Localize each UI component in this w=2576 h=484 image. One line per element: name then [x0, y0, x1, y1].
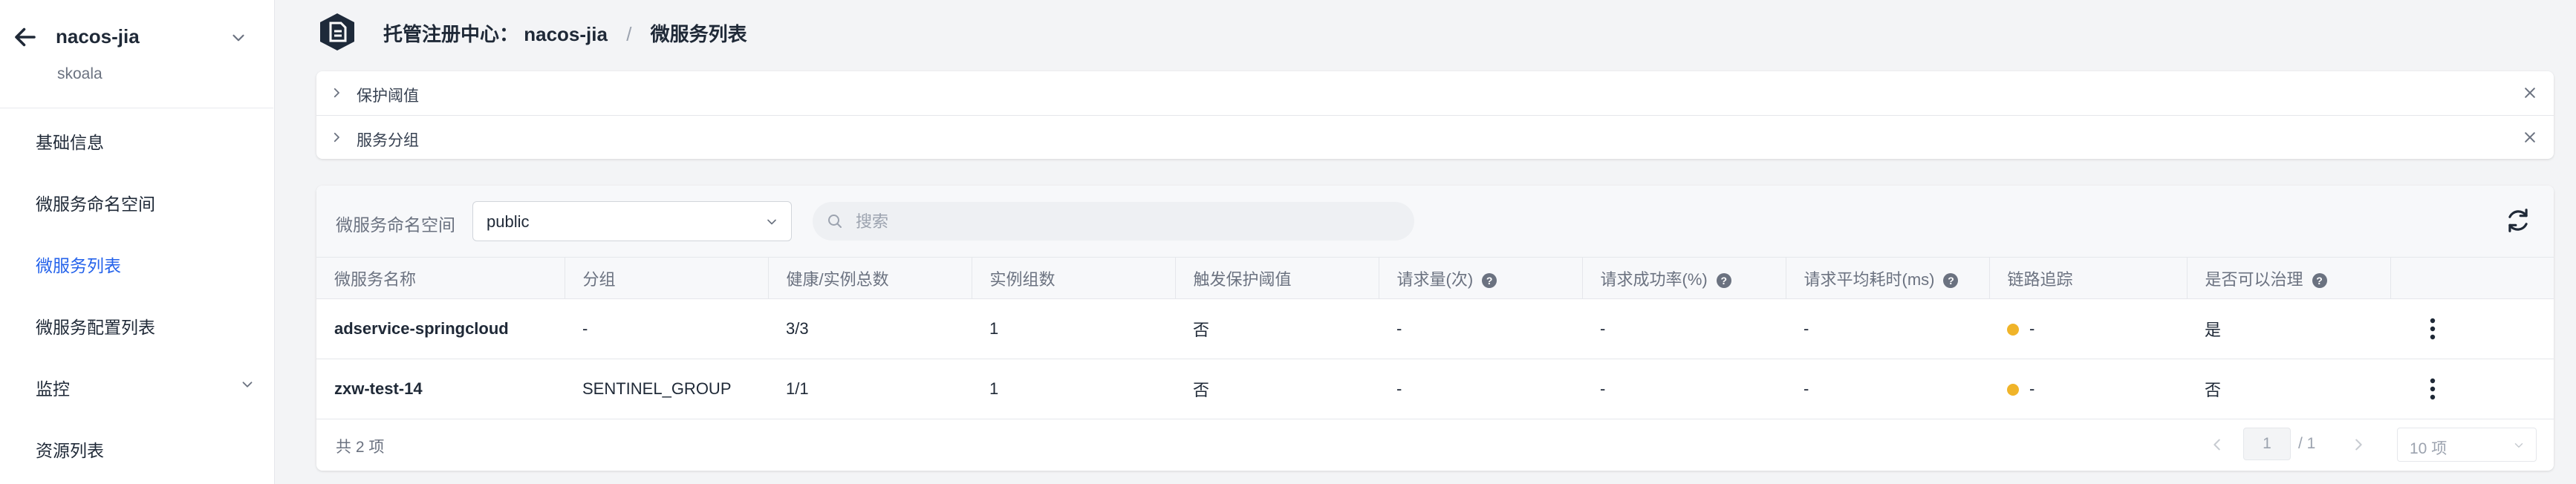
namespace-label: 微服务命名空间 [336, 215, 455, 235]
actions-cell [2390, 298, 2554, 359]
health-cell: 3/3 [768, 298, 972, 359]
top-bar: 托管注册中心： nacos-jia / 微服务列表 [275, 0, 2576, 63]
breadcrumb-current: 微服务列表 [650, 23, 747, 45]
collapse-panels: 保护阈值 服务分组 [316, 71, 2554, 159]
app-logo-icon [320, 13, 354, 50]
sidebar-item-label: 微服务配置列表 [36, 318, 155, 337]
sidebar-item-label: 资源列表 [36, 441, 104, 460]
tracing-cell: - [1989, 298, 2187, 359]
chevron-left-icon[interactable] [2209, 436, 2225, 453]
avg-time-cell: - [1786, 298, 1989, 359]
service-name[interactable]: zxw-test-14 [316, 359, 565, 419]
chevron-right-icon[interactable] [330, 86, 343, 99]
protect-cell: 否 [1175, 359, 1379, 419]
sidebar-item-monitoring[interactable]: 监控 [0, 362, 273, 406]
close-icon[interactable] [2523, 130, 2537, 145]
governable-cell: 是 [2187, 298, 2390, 359]
chevron-down-icon [242, 382, 253, 387]
chevron-down-icon [767, 219, 776, 225]
governable-cell: 否 [2187, 359, 2390, 419]
help-icon[interactable]: ? [1716, 272, 1731, 288]
column-header: 实例组数 [972, 257, 1176, 299]
sidebar: nacos-jia skoala 基础信息 微服务命名空间 微服务列表 微服务配… [0, 0, 275, 484]
total-pages: / 1 [2298, 435, 2316, 452]
search-icon [828, 215, 842, 228]
page-input[interactable]: 1 [2243, 428, 2291, 460]
sidebar-item-service-list[interactable]: 微服务列表 [0, 238, 273, 283]
table-header-row: 微服务名称 分组 健康/实例总数 实例组数 触发保护阈值 请求量(次)? 请求成… [316, 257, 2554, 299]
protect-threshold-panel[interactable]: 保护阈值 [316, 71, 2554, 114]
column-header: 请求成功率(%)? [1582, 257, 1786, 299]
status-dot [2007, 384, 2019, 396]
group-cell: - [565, 298, 768, 359]
breadcrumb-separator: / [626, 23, 632, 45]
sidebar-header: nacos-jia skoala [0, 0, 273, 108]
search-box[interactable] [813, 202, 1414, 241]
breadcrumb: 托管注册中心： nacos-jia / 微服务列表 [383, 19, 747, 47]
table-row[interactable]: adservice-springcloud - 3/3 1 否 - - - - … [316, 298, 2554, 359]
help-icon[interactable]: ? [1943, 272, 1959, 288]
breadcrumb-registry[interactable]: nacos-jia [524, 23, 608, 45]
help-icon[interactable]: ? [2312, 272, 2327, 288]
panel-title: 保护阈值 [357, 88, 419, 105]
back-arrow-icon[interactable] [12, 24, 39, 50]
protect-cell: 否 [1175, 298, 1379, 359]
total-count: 共 2 项 [336, 439, 385, 456]
page-size-value: 10 项 [2410, 440, 2447, 457]
column-header: 分组 [565, 257, 769, 299]
namespace-value: public [487, 212, 530, 231]
page-size-select[interactable]: 10 项 [2397, 428, 2537, 462]
health-cell: 1/1 [768, 359, 972, 419]
sidebar-item-namespaces[interactable]: 微服务命名空间 [0, 177, 273, 221]
namespace-select[interactable]: public [472, 201, 792, 241]
column-header: 健康/实例总数 [768, 257, 972, 299]
table-row[interactable]: zxw-test-14 SENTINEL_GROUP 1/1 1 否 - - -… [316, 359, 2554, 419]
more-vertical-icon[interactable] [2429, 317, 2436, 341]
sidebar-item-resources[interactable]: 资源列表 [0, 423, 273, 468]
column-header: 链路追踪 [1989, 257, 2188, 299]
column-header: 微服务名称 [316, 257, 565, 299]
requests-cell: - [1379, 359, 1582, 419]
breadcrumb-prefix: 托管注册中心： [383, 23, 519, 45]
group-cell: SENTINEL_GROUP [565, 359, 768, 419]
instance-groups-cell: 1 [972, 298, 1175, 359]
sidebar-item-basic-info[interactable]: 基础信息 [0, 115, 273, 160]
status-dot [2007, 324, 2019, 336]
chevron-down-icon [2514, 443, 2523, 448]
column-header: 是否可以治理? [2187, 257, 2391, 299]
help-icon[interactable]: ? [1482, 272, 1497, 288]
service-group-panel[interactable]: 服务分组 [316, 115, 2554, 159]
avg-time-cell: - [1786, 359, 1989, 419]
service-table: 微服务名称 分组 健康/实例总数 实例组数 触发保护阈值 请求量(次)? 请求成… [316, 257, 2554, 419]
registry-name: nacos-jia [56, 25, 140, 48]
sidebar-item-config-list[interactable]: 微服务配置列表 [0, 300, 273, 344]
sidebar-item-label: 监控 [36, 379, 70, 399]
sidebar-item-label: 微服务列表 [36, 256, 121, 275]
sidebar-item-label: 基础信息 [36, 133, 104, 152]
success-rate-cell: - [1582, 298, 1786, 359]
sidebar-item-label: 微服务命名空间 [36, 194, 155, 214]
tracing-cell: - [1989, 359, 2187, 419]
success-rate-cell: - [1582, 359, 1786, 419]
panel-title: 服务分组 [357, 132, 419, 149]
service-list-card: 微服务命名空间 public 微 [316, 186, 2554, 471]
chevron-right-icon[interactable] [2350, 436, 2367, 453]
search-input[interactable] [854, 209, 1392, 235]
column-header: 请求量(次)? [1379, 257, 1583, 299]
pagination: 共 2 项 1 / 1 10 项 [316, 417, 2554, 471]
column-header [2390, 257, 2554, 299]
more-vertical-icon[interactable] [2429, 377, 2436, 401]
refresh-icon[interactable] [2504, 206, 2532, 235]
column-header: 触发保护阈值 [1175, 257, 1379, 299]
chevron-down-icon[interactable] [229, 28, 248, 48]
column-header: 请求平均耗时(ms)? [1786, 257, 1990, 299]
workspace-name: skoala [57, 65, 103, 82]
requests-cell: - [1379, 298, 1582, 359]
chevron-right-icon[interactable] [330, 131, 343, 144]
close-icon[interactable] [2523, 85, 2537, 100]
instance-groups-cell: 1 [972, 359, 1175, 419]
toolbar: 微服务命名空间 public [316, 186, 2554, 257]
actions-cell [2390, 359, 2554, 419]
service-name[interactable]: adservice-springcloud [316, 298, 565, 359]
